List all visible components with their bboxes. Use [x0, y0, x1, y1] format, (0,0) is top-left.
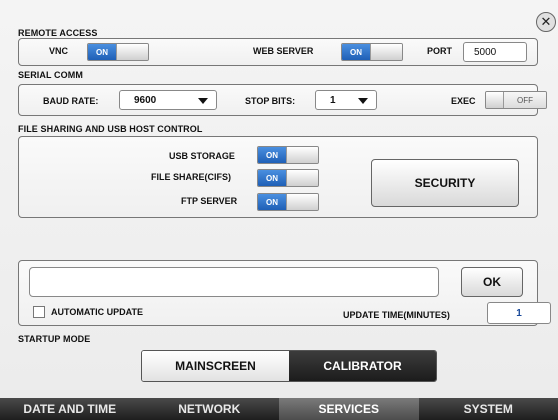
file-sharing-title: FILE SHARING AND USB HOST CONTROL: [18, 124, 203, 134]
update-time-input[interactable]: 1: [487, 302, 551, 324]
usb-storage-toggle-state: ON: [258, 147, 286, 163]
ok-button[interactable]: OK: [461, 267, 523, 297]
close-icon[interactable]: ✕: [536, 12, 556, 32]
ftp-server-label: FTP SERVER: [181, 196, 238, 206]
update-time-label: UPDATE TIME(MINUTES): [343, 310, 450, 320]
serial-comm-box: BAUD RATE: 9600 STOP BITS: 1 EXEC OFF: [18, 84, 547, 116]
vnc-toggle-knob: [116, 44, 148, 60]
bottom-tab-bar: DATE AND TIME NETWORK SERVICES SYSTEM: [0, 398, 558, 420]
vnc-toggle[interactable]: ON: [87, 43, 149, 61]
remote-access-box: VNC ON WEB SERVER ON PORT 5000: [18, 38, 538, 66]
web-server-toggle-knob: [370, 44, 402, 60]
tab-services[interactable]: SERVICES: [279, 398, 419, 420]
services-panel: ✕ REMOTE ACCESS VNC ON WEB SERVER ON POR…: [0, 0, 558, 398]
exec-toggle-state: OFF: [504, 92, 546, 108]
baud-rate-value: 9600: [134, 94, 157, 106]
stop-bits-select[interactable]: 1: [315, 90, 377, 110]
ftp-server-toggle[interactable]: ON: [257, 193, 319, 211]
exec-toggle[interactable]: OFF: [485, 91, 547, 109]
chevron-down-icon: [198, 98, 208, 104]
web-server-toggle[interactable]: ON: [341, 43, 403, 61]
file-sharing-box: USB STORAGE ON FILE SHARE(CIFS) ON FTP S…: [18, 136, 538, 218]
exec-label: EXEC: [451, 96, 476, 106]
vnc-toggle-state: ON: [88, 44, 116, 60]
usb-storage-toggle[interactable]: ON: [257, 146, 319, 164]
update-path-input[interactable]: [29, 267, 439, 297]
serial-comm-title: SERIAL COMM: [18, 70, 83, 80]
usb-storage-label: USB STORAGE: [169, 151, 235, 161]
web-server-label: WEB SERVER: [253, 46, 314, 56]
remote-access-title: REMOTE ACCESS: [18, 28, 98, 38]
port-input[interactable]: 5000: [463, 42, 527, 62]
vnc-label: VNC: [49, 46, 69, 56]
startup-mainscreen-option[interactable]: MAINSCREEN: [142, 351, 289, 381]
automatic-update-label: AUTOMATIC UPDATE: [51, 307, 143, 317]
web-server-toggle-state: ON: [342, 44, 370, 60]
file-share-label: FILE SHARE(CIFS): [151, 172, 231, 182]
tab-date-and-time[interactable]: DATE AND TIME: [0, 398, 140, 420]
automatic-update-checkbox[interactable]: [33, 306, 45, 318]
file-share-toggle-knob: [286, 170, 318, 186]
update-box: OK AUTOMATIC UPDATE UPDATE TIME(MINUTES)…: [18, 260, 551, 326]
tab-system[interactable]: SYSTEM: [419, 398, 558, 420]
startup-mode-selector: MAINSCREEN CALIBRATOR: [141, 350, 437, 382]
usb-storage-toggle-knob: [286, 147, 318, 163]
exec-toggle-knob: [486, 92, 504, 108]
startup-calibrator-option[interactable]: CALIBRATOR: [289, 351, 436, 381]
tab-network[interactable]: NETWORK: [140, 398, 280, 420]
startup-mode-title: STARTUP MODE: [18, 334, 91, 344]
security-button[interactable]: SECURITY: [371, 159, 519, 207]
stop-bits-value: 1: [330, 94, 336, 106]
file-share-toggle-state: ON: [258, 170, 286, 186]
baud-rate-label: BAUD RATE:: [43, 96, 99, 106]
chevron-down-icon: [358, 98, 368, 104]
file-share-toggle[interactable]: ON: [257, 169, 319, 187]
ftp-server-toggle-knob: [286, 194, 318, 210]
stop-bits-label: STOP BITS:: [245, 96, 296, 106]
baud-rate-select[interactable]: 9600: [119, 90, 217, 110]
port-label: PORT: [427, 46, 453, 56]
ftp-server-toggle-state: ON: [258, 194, 286, 210]
